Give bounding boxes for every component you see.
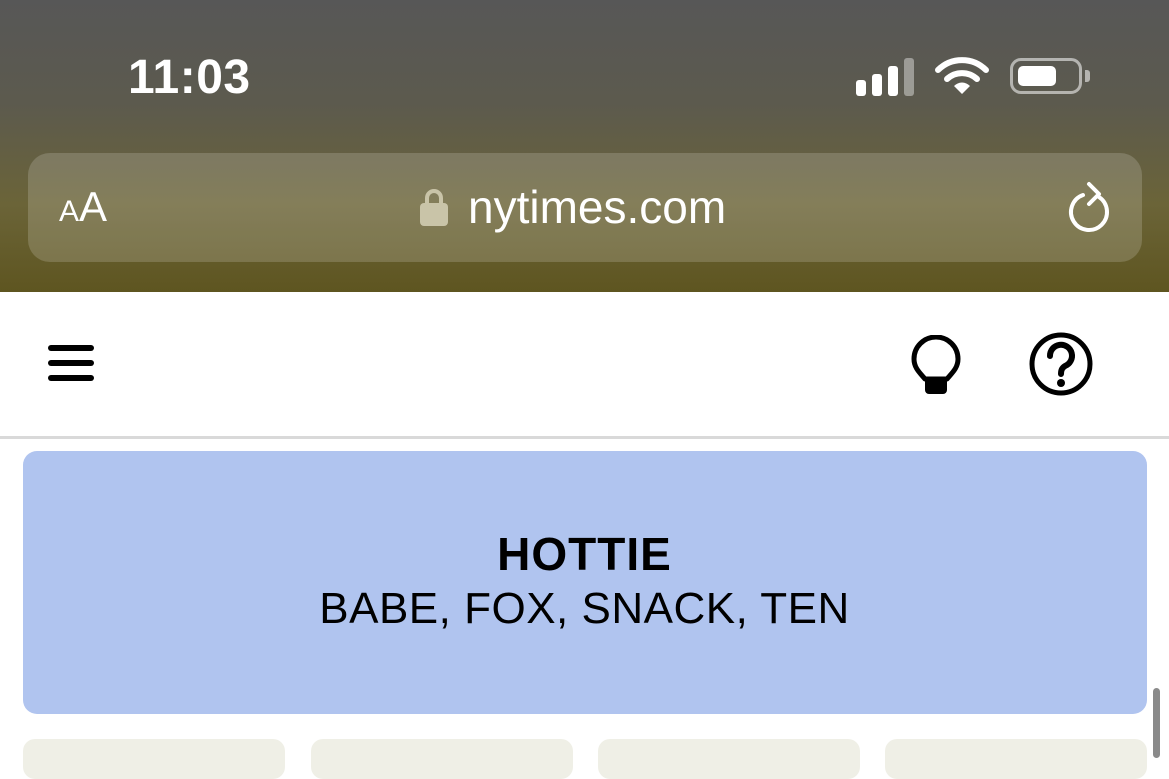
category-words: BABE, FOX, SNACK, TEN xyxy=(319,584,850,633)
battery-icon xyxy=(1010,58,1082,94)
status-time: 11:03 xyxy=(128,51,251,104)
battery-tip xyxy=(1085,70,1090,82)
lock-icon xyxy=(420,189,448,226)
category-title: HOTTIE xyxy=(497,528,672,580)
lightbulb-icon[interactable] xyxy=(910,335,962,397)
solved-category-card xyxy=(23,451,1147,714)
text-size-button[interactable]: AA xyxy=(59,186,107,228)
word-tile[interactable] xyxy=(23,739,285,779)
wifi-icon xyxy=(935,57,989,94)
hamburger-menu-icon[interactable] xyxy=(48,345,94,381)
cellular-signal-icon xyxy=(856,58,916,96)
url-domain[interactable]: nytimes.com xyxy=(468,180,726,235)
word-tile[interactable] xyxy=(311,739,573,779)
page-header xyxy=(0,292,1169,439)
word-tile[interactable] xyxy=(885,739,1147,779)
help-icon[interactable] xyxy=(1028,331,1094,397)
reload-icon[interactable] xyxy=(1064,180,1114,236)
word-tile[interactable] xyxy=(598,739,860,779)
